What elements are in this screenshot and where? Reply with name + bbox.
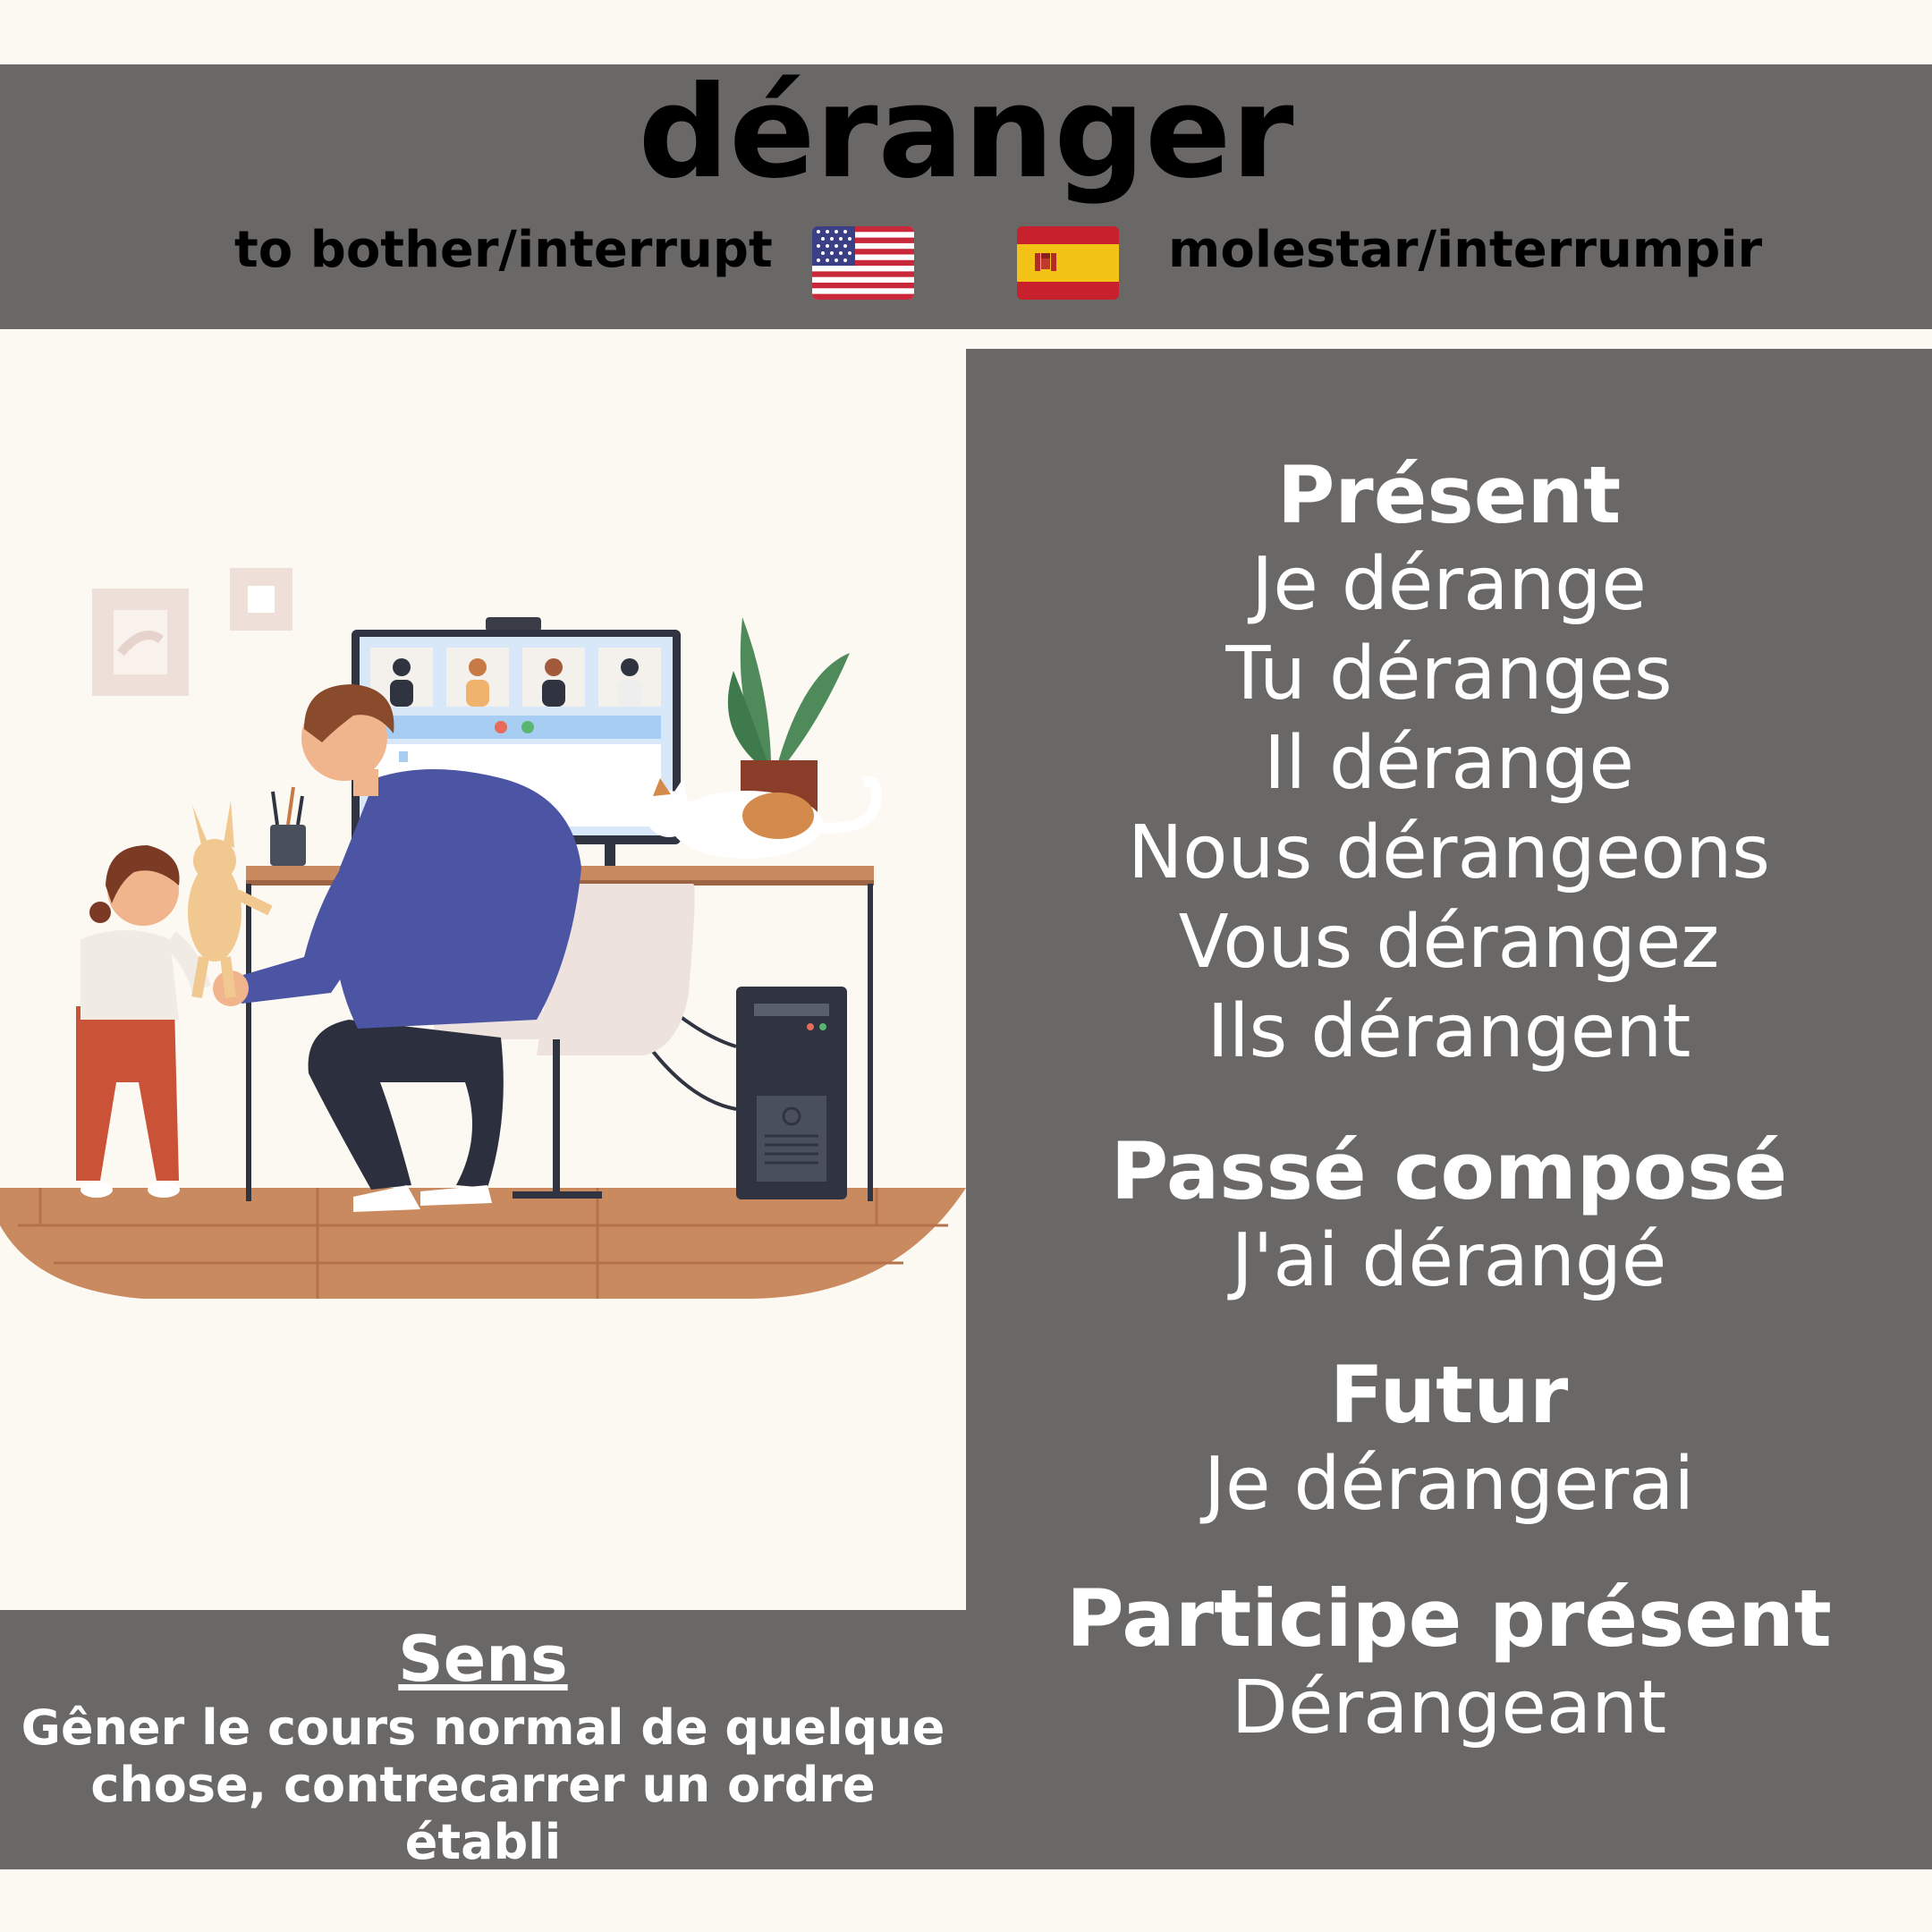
- passe-compose-form: J'ai dérangé: [1231, 1218, 1667, 1303]
- english-translation: to bother/interrupt: [234, 221, 773, 279]
- spain-flag-icon: [1017, 226, 1119, 300]
- participe-present-form: Dérangeant: [1231, 1665, 1667, 1750]
- conjugation-panel: Présent Je dérange Tu déranges Il dérang…: [966, 349, 1932, 1869]
- present-form-vous: Vous dérangez: [1178, 900, 1720, 985]
- meaning-text: Gêner le cours normal de quelque chose, …: [21, 1699, 945, 1870]
- futur-form: Je dérangerai: [1203, 1442, 1695, 1527]
- illustration-father-child-desk: [0, 568, 966, 1299]
- futur-title: Futur: [1329, 1349, 1569, 1441]
- present-form-tu: Tu déranges: [1225, 631, 1673, 716]
- present-form-ils: Ils dérangent: [1207, 989, 1691, 1074]
- meaning-panel: Sens Gêner le cours normal de quelque ch…: [0, 1610, 966, 1870]
- participe-present-title: Participe présent: [1066, 1572, 1832, 1665]
- verb-card: déranger to bother/interrupt molestar/in…: [0, 0, 1932, 1932]
- present-form-il: Il dérange: [1264, 721, 1634, 806]
- passe-compose-title: Passé composé: [1110, 1125, 1788, 1217]
- verb-title: déranger: [638, 59, 1294, 207]
- present-form-nous: Nous dérangeons: [1127, 810, 1771, 895]
- present-form-je: Je dérange: [1251, 542, 1647, 627]
- us-flag-icon: [812, 226, 914, 300]
- present-title: Présent: [1276, 449, 1622, 541]
- spanish-translation: molestar/interrumpir: [1168, 221, 1763, 279]
- meaning-title: Sens: [398, 1623, 568, 1696]
